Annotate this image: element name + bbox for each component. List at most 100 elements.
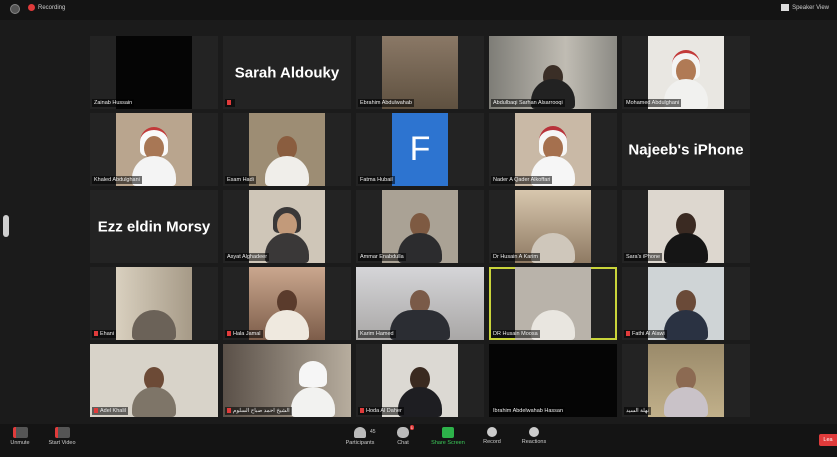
participant-tile[interactable]: Hoda Al Daher (356, 344, 484, 417)
mic-muted-icon (227, 408, 231, 414)
participant-tile[interactable]: نهلة السيد (622, 344, 750, 417)
participant-name: Abdulbaqi Sarhan Alsarrooqi (491, 99, 565, 107)
participant-tile[interactable]: Ammar Enabdulla (356, 190, 484, 263)
participant-tile[interactable]: Khaled Abdulghani (90, 113, 218, 186)
participant-name-muted: الشيخ احمد صباح السلوم (225, 407, 292, 415)
participant-display-name: Sarah Aldouky (234, 64, 340, 81)
participant-name: Esam Hadi (225, 176, 256, 184)
participant-tile[interactable]: Zainab Hussain (90, 36, 218, 109)
participant-tile[interactable]: Dr Husain A Karim (489, 190, 617, 263)
participant-name: DR Husain Moosa (491, 330, 540, 338)
participant-tile[interactable]: Ibrahim Abdelwahab Hassan (489, 344, 617, 417)
participant-name: Mohamed Abdulghani (624, 99, 682, 107)
meeting-controls-toolbar: Unmute Start Video 45 Participants 1 Cha… (0, 424, 837, 457)
participants-icon: 45 (354, 427, 376, 438)
participants-label: Participants (345, 440, 375, 446)
participant-name: Hala Jamal (233, 331, 261, 337)
participant-name-muted: Fathi Al Alawi (624, 330, 667, 338)
participant-tile[interactable]: Adel Khalil (90, 344, 218, 417)
recording-indicator[interactable]: Recording (28, 4, 65, 11)
start-video-label: Start Video (48, 440, 76, 446)
speaker-view-label: Speaker View (792, 4, 829, 11)
participant-tile[interactable]: Asyat Alghadeer (223, 190, 351, 263)
participant-avatar: F (391, 113, 449, 186)
mic-muted-icon (227, 331, 231, 337)
chat-button[interactable]: 1 Chat (383, 425, 423, 446)
participant-tile[interactable]: Ebrahim Abdulwahab (356, 36, 484, 109)
participant-name: Asyat Alghadeer (225, 253, 270, 261)
reactions-button[interactable]: Reactions (514, 427, 554, 445)
participant-tile[interactable]: Hala Jamal (223, 267, 351, 340)
participant-name: الشيخ احمد صباح السلوم (233, 408, 290, 414)
participant-tile[interactable]: Mohamed Abdulghani (622, 36, 750, 109)
participant-name: Ehani (100, 331, 115, 337)
participant-name: نهلة السيد (624, 407, 652, 415)
participant-name-muted: Hoda Al Daher (358, 407, 404, 415)
participant-name: Fathi Al Alawi (632, 331, 665, 337)
chat-bubble-icon: 1 (397, 425, 414, 438)
participant-tile[interactable]: Sara's iPhone (622, 190, 750, 263)
participant-name: Karim Hamed (358, 330, 396, 338)
participant-name-muted: Ehani (92, 330, 117, 338)
participant-display-name: Ezz eldin Morsy (97, 218, 211, 235)
gallery-grid: Zainab Hussain Sarah Aldouky Ebrahim Abd… (90, 36, 750, 418)
participant-tile[interactable]: Esam Hadi (223, 113, 351, 186)
participant-name: Fatma Hubail (358, 176, 395, 184)
start-video-button[interactable]: Start Video (42, 427, 82, 446)
participant-video (115, 267, 193, 340)
unmute-label: Unmute (10, 440, 30, 446)
participant-name: Ebrahim Abdulwahab (358, 99, 414, 107)
active-speaker-tile[interactable]: DR Husain Moosa (489, 267, 617, 340)
participant-tile[interactable]: Nader A Qader Alkoffari (489, 113, 617, 186)
participant-name: Adel Khalil (100, 408, 126, 414)
meeting-top-bar: Recording Speaker View (0, 0, 837, 20)
participant-name: Zainab Hussain (92, 99, 135, 107)
participant-video (647, 344, 725, 417)
participants-button[interactable]: 45 Participants (340, 427, 380, 446)
participant-tile[interactable]: Abdulbaqi Sarhan Alsarrooqi (489, 36, 617, 109)
chat-unread-badge: 1 (409, 425, 414, 430)
grid-view-icon (781, 4, 790, 11)
microphone-muted-icon (12, 427, 28, 438)
participant-name: Khaled Abdulghani (92, 176, 142, 184)
previous-page-arrow-icon[interactable] (3, 215, 9, 237)
participant-tile[interactable]: Sarah Aldouky (223, 36, 351, 109)
camera-off-icon (54, 427, 70, 438)
unmute-button[interactable]: Unmute (0, 427, 40, 446)
participant-name-muted: Adel Khalil (92, 407, 128, 415)
participant-name-muted: Hala Jamal (225, 330, 263, 338)
participant-name: Ibrahim Abdelwahab Hassan (491, 407, 566, 415)
participant-tile[interactable]: الشيخ احمد صباح السلوم (223, 344, 351, 417)
participant-display-name: Najeeb's iPhone (628, 141, 744, 158)
participant-name: Dr Husain A Karim (491, 253, 540, 261)
mic-muted-icon (626, 331, 630, 337)
participant-tile[interactable]: F Fatma Hubail (356, 113, 484, 186)
share-screen-label: Share Screen (431, 440, 465, 446)
chat-label: Chat (397, 440, 409, 446)
record-label: Record (483, 439, 501, 445)
share-screen-icon (442, 427, 454, 438)
muted-indicator (225, 99, 235, 107)
recording-label: Recording (38, 4, 66, 11)
participant-tile[interactable]: Ehani (90, 267, 218, 340)
participant-video (248, 113, 326, 186)
speaker-view-button[interactable]: Speaker View (781, 4, 829, 11)
security-shield-icon[interactable] (10, 4, 20, 14)
participant-tile[interactable]: Fathi Al Alawi (622, 267, 750, 340)
participant-name: Sara's iPhone (624, 253, 663, 261)
smiley-icon (529, 427, 539, 437)
participants-count: 45 (370, 429, 376, 435)
participant-tile[interactable]: Najeeb's iPhone (622, 113, 750, 186)
record-icon (487, 427, 497, 437)
mic-muted-icon (360, 408, 364, 414)
leave-meeting-button[interactable]: Lea (819, 434, 837, 446)
record-dot-icon (28, 4, 35, 11)
participant-name: Hoda Al Daher (366, 408, 402, 414)
participant-tile[interactable]: Ezz eldin Morsy (90, 190, 218, 263)
participant-name: Ammar Enabdulla (358, 253, 406, 261)
participant-tile[interactable]: Karim Hamed (356, 267, 484, 340)
mic-muted-icon (227, 100, 231, 106)
record-button[interactable]: Record (472, 427, 512, 445)
share-screen-button[interactable]: Share Screen (428, 427, 468, 446)
participant-name: Nader A Qader Alkoffari (491, 176, 553, 184)
